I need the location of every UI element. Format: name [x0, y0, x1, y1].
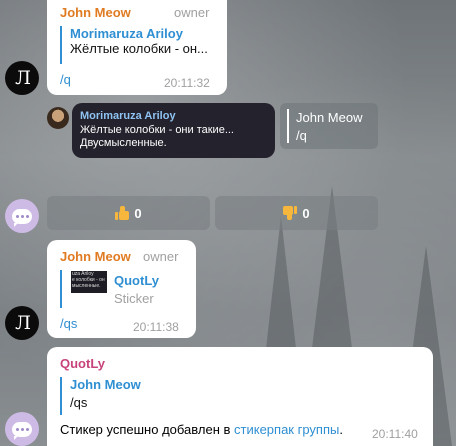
avatar-letter: Л [15, 67, 31, 89]
sender-name[interactable]: John Meow [60, 249, 131, 264]
chat-bubble-icon [12, 208, 32, 227]
quote-author: QuotLy [114, 273, 160, 288]
role-badge: owner [174, 5, 210, 20]
quote-sticker[interactable]: Morimaruza Ariloy Жёлтые колобки - они т… [72, 103, 275, 158]
quote-text: Жёлтые колобки - он... [70, 41, 208, 56]
command-link[interactable]: /qs [60, 316, 77, 331]
quote-text: Sticker [114, 291, 154, 306]
message-bubble[interactable]: John Meow owner Morimaruza Ariloy Жёлтые… [47, 0, 227, 95]
reply-quote[interactable]: uza Ariloy е колобки - он мысленные. Quo… [60, 270, 188, 308]
message-time: 20:11:38 [133, 320, 179, 334]
sticker-preview-thumb: uza Ariloy е колобки - он мысленные. [71, 271, 107, 293]
message-time: 20:11:32 [164, 76, 210, 90]
message-text-prefix: Стикер успешно добавлен в [60, 422, 235, 437]
sender-name[interactable]: John Meow [60, 5, 131, 20]
quote-sticker-line1: Жёлтые колобки - они такие... [80, 124, 234, 136]
message-text: Стикер успешно добавлен в стикерпак груп… [60, 422, 343, 437]
dislike-button[interactable]: 0 [215, 196, 378, 230]
message-bubble[interactable]: QuotLy John Meow /qs Стикер успешно доба… [47, 347, 433, 446]
thumbs-down-icon [283, 206, 298, 220]
role-badge: owner [143, 249, 179, 264]
reply-quote[interactable]: John Meow /qs [60, 377, 260, 415]
message-bubble[interactable]: John Meow owner uza Ariloy е колобки - о… [47, 240, 196, 338]
quote-author: John Meow [70, 377, 141, 392]
stickerpack-link[interactable]: стикерпак группы [234, 422, 339, 437]
sender-name[interactable]: QuotLy [60, 356, 105, 371]
quote-text: /qs [70, 395, 88, 410]
command-link[interactable]: /q [60, 72, 71, 87]
quote-author: Morimaruza Ariloy [70, 26, 183, 41]
avatar-quotly-bot[interactable] [5, 199, 39, 233]
quote-sticker-author: Morimaruza Ariloy [80, 110, 176, 122]
avatar-morimaruza[interactable] [47, 107, 69, 129]
avatar-john-meow[interactable]: Л [5, 306, 39, 340]
reply-text: /q [296, 128, 307, 143]
like-count: 0 [134, 205, 142, 221]
avatar-letter: Л [15, 312, 31, 334]
thumb-text-line: мысленные. [72, 283, 101, 289]
message-time: 20:11:40 [372, 427, 418, 441]
avatar-john-meow[interactable]: Л [5, 61, 39, 95]
dislike-count: 0 [302, 205, 310, 221]
avatar-quotly-bot[interactable] [5, 412, 39, 446]
reply-quote[interactable]: Morimaruza Ariloy Жёлтые колобки - он... [60, 26, 220, 64]
reply-bar [287, 109, 289, 143]
message-text-suffix: . [339, 422, 343, 437]
sticker-reply-header[interactable]: John Meow /q [280, 103, 378, 149]
thumbs-up-icon [115, 206, 130, 220]
reply-author: John Meow [296, 110, 363, 125]
like-button[interactable]: 0 [47, 196, 210, 230]
quote-sticker-line2: Двусмысленные. [80, 137, 167, 149]
chat-bubble-icon [12, 421, 32, 440]
